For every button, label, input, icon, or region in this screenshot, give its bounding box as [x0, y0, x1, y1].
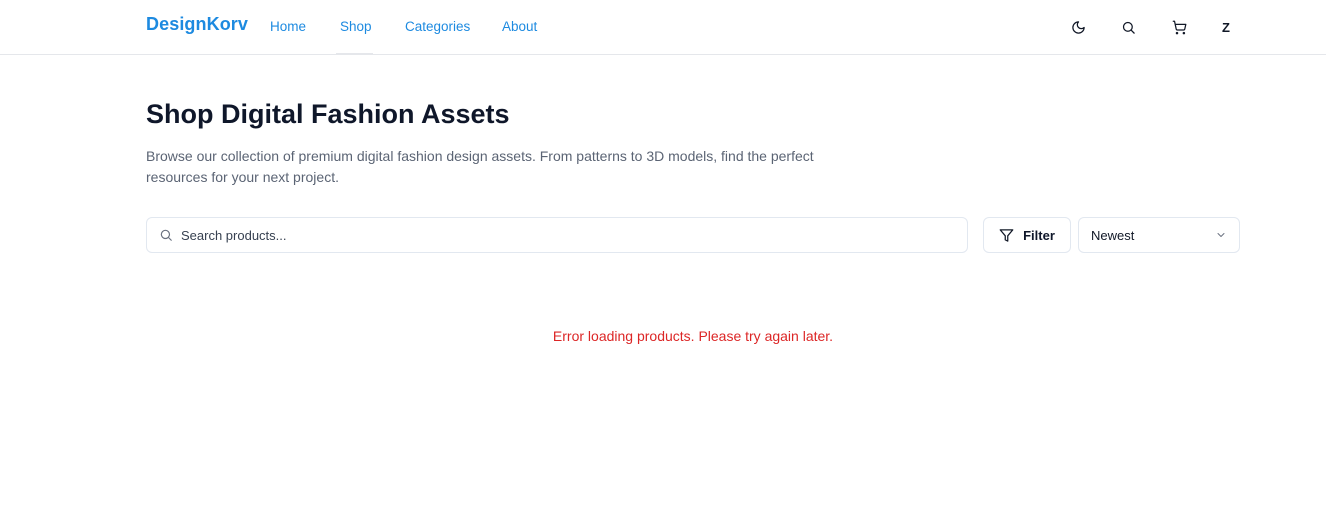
filter-icon — [999, 228, 1014, 242]
brand-logo[interactable]: DesignKorv — [146, 14, 248, 35]
filter-button[interactable]: Filter — [983, 217, 1071, 253]
sort-select[interactable]: Newest — [1078, 217, 1240, 253]
cart-icon — [1172, 20, 1186, 34]
error-message: Error loading products. Please try again… — [552, 328, 834, 344]
sort-selected-value: Newest — [1091, 228, 1135, 243]
chevron-down-icon — [1217, 233, 1225, 237]
top-navbar: DesignKorv Home Shop Categories About Z — [0, 0, 1326, 55]
product-search-input[interactable] — [181, 218, 961, 252]
page-description: Browse our collection of premium digital… — [146, 148, 814, 185]
active-nav-indicator — [336, 53, 373, 55]
cart-button[interactable] — [1165, 13, 1193, 41]
nav-home-link[interactable]: Home — [270, 19, 306, 34]
theme-toggle-button[interactable] — [1064, 13, 1092, 41]
search-icon — [1122, 21, 1135, 34]
user-avatar[interactable]: Z — [1212, 13, 1240, 41]
filter-button-label: Filter — [1023, 227, 1055, 243]
moon-icon — [1071, 20, 1085, 34]
product-search-box — [146, 217, 968, 253]
search-icon — [160, 229, 172, 241]
nav-about-link[interactable]: About — [502, 19, 537, 34]
nav-categories-link[interactable]: Categories — [405, 19, 470, 34]
page-title: Shop Digital Fashion Assets — [146, 99, 510, 129]
nav-shop-link[interactable]: Shop — [340, 19, 372, 34]
header-search-button[interactable] — [1114, 13, 1142, 41]
